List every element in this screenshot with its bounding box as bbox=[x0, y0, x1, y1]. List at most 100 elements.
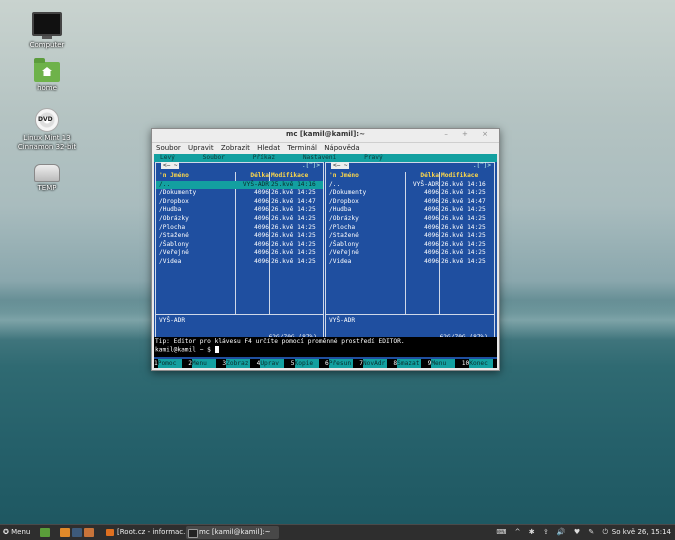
file-row[interactable]: /Plocha 4096 26.kvě 14:25 bbox=[326, 224, 494, 233]
fkey-9[interactable]: 9Menu bbox=[428, 359, 456, 368]
desktop-icon-home[interactable]: home bbox=[12, 58, 82, 93]
fkey-label: Pomoc bbox=[157, 359, 182, 368]
file-row[interactable]: /.. VYŠ-ADR 26.kvě 14:16 bbox=[326, 181, 494, 190]
file-modified: 26.kvě 14:25 bbox=[271, 206, 316, 214]
file-row[interactable]: /Stažené 4096 26.kvě 14:25 bbox=[156, 232, 323, 241]
desktop-icon-computer[interactable]: Computer bbox=[12, 12, 82, 50]
menu-terminal[interactable]: Terminál bbox=[287, 144, 317, 152]
mc-menu-prikaz[interactable]: Příkaz bbox=[253, 154, 275, 162]
column-header-row: 'n Jméno Délka Modifikace bbox=[156, 172, 323, 181]
file-row[interactable]: /.. VYŠ-ADR 25.kvě 14:16 bbox=[156, 180, 323, 190]
taskbar-item-root-cz[interactable]: [Root.cz - informac... bbox=[104, 526, 199, 539]
file-row[interactable]: /Veřejné 4096 26.kvě 14:25 bbox=[326, 249, 494, 258]
desktop-icon-temp[interactable]: TEMP bbox=[12, 164, 82, 193]
file-row[interactable]: /Videa 4096 26.kvě 14:25 bbox=[326, 258, 494, 267]
file-modified: 26.kvě 14:25 bbox=[271, 232, 316, 240]
show-desktop-icon[interactable] bbox=[40, 528, 50, 537]
window-controls[interactable]: – + × bbox=[444, 130, 494, 138]
col-size-header[interactable]: Délka bbox=[326, 172, 439, 181]
panel-path-button[interactable]: <— ~ bbox=[161, 162, 180, 169]
fkey-label: Menu bbox=[431, 359, 456, 368]
shell-prompt[interactable]: kamil@kamil ~ $ bbox=[155, 346, 219, 355]
menu-upravit[interactable]: Upravit bbox=[188, 144, 214, 152]
file-modified: 26.kvě 14:25 bbox=[271, 214, 316, 222]
desktop-icon-dvd[interactable]: DVD Linux Mint 13 Cinnamon 32-bit bbox=[12, 108, 82, 152]
window-menubar: Soubor Upravit Zobrazit Hledat Terminál … bbox=[152, 143, 499, 154]
desktop-icon-label: Computer bbox=[29, 41, 65, 49]
fkey-7[interactable]: 7NovAdr bbox=[359, 359, 387, 368]
system-tray[interactable]: ⌨ ^ ✱ ⇪ 🔊 ♥ ✎ ⏻ bbox=[496, 525, 611, 540]
function-key-bar: 1Pomoc 2Menu 3Zobraz 4Uprav 5Kopie 6Přesun 7No… bbox=[154, 359, 497, 368]
panel-status: VYŠ-ADR bbox=[329, 317, 356, 324]
file-row[interactable]: /Videa 4096 26.kvě 14:25 bbox=[156, 258, 323, 267]
fkey-2[interactable]: 2Menu bbox=[188, 359, 216, 368]
mc-top-menu: Levý Soubor Příkaz Nastavení Pravý bbox=[154, 154, 497, 162]
file-row[interactable]: /Hudba 4096 26.kvě 14:25 bbox=[156, 206, 323, 215]
menu-napoveda[interactable]: Nápověda bbox=[324, 144, 359, 152]
fkey-10[interactable]: 10Konec bbox=[461, 359, 494, 368]
panel-path-button[interactable]: <— ~ bbox=[331, 162, 350, 169]
fkey-4[interactable]: 4Uprav bbox=[257, 359, 285, 368]
file-size: VYŠ-ADR bbox=[412, 180, 439, 188]
file-size: 4096 bbox=[424, 232, 439, 240]
firefox-launcher-icon[interactable] bbox=[60, 528, 70, 537]
right-panel[interactable]: <— ~ .[^]> 'n Jméno Délka Modifikace /..… bbox=[325, 162, 495, 341]
file-modified: 26.kvě 14:25 bbox=[271, 189, 316, 197]
taskbar-item-mc[interactable]: mc [kamil@kamil]:~ bbox=[186, 526, 279, 539]
mc-menu-nastaveni[interactable]: Nastavení bbox=[303, 154, 337, 162]
text-cursor bbox=[214, 346, 219, 353]
mc-menu-levy[interactable]: Levý bbox=[160, 154, 175, 162]
terminal-launcher-icon[interactable] bbox=[72, 528, 82, 537]
file-size: 4096 bbox=[254, 223, 269, 231]
window-titlebar[interactable]: mc [kamil@kamil]:~ – + × bbox=[152, 129, 499, 143]
file-row[interactable]: /Dokumenty 4096 26.kvě 14:25 bbox=[156, 189, 323, 198]
file-size: 4096 bbox=[254, 206, 269, 214]
start-menu-button[interactable]: ✪ Menu bbox=[3, 525, 30, 540]
file-row[interactable]: /Dokumenty 4096 26.kvě 14:25 bbox=[326, 189, 494, 198]
fkey-6[interactable]: 6Přesun bbox=[325, 359, 353, 368]
right-file-list: 'n Jméno Délka Modifikace /.. VYŠ-ADR 26.k… bbox=[326, 172, 494, 267]
tip-line: Tip: Editor pro klávesu F4 určíte pomocí… bbox=[155, 338, 405, 345]
terminal-icon bbox=[188, 529, 198, 538]
start-menu-label: Menu bbox=[11, 528, 31, 536]
fkey-8[interactable]: 8Smazat bbox=[393, 359, 422, 368]
file-modified: 26.kvě 14:25 bbox=[441, 189, 486, 197]
mc-menu-pravy[interactable]: Pravý bbox=[364, 154, 383, 162]
file-modified: 26.kvě 14:25 bbox=[271, 257, 316, 265]
menu-soubor[interactable]: Soubor bbox=[156, 144, 181, 152]
panel-hotlist-button[interactable]: .[^]> bbox=[473, 162, 491, 169]
fkey-1[interactable]: 1Pomoc bbox=[154, 359, 182, 368]
file-size: 4096 bbox=[424, 257, 439, 265]
file-row[interactable]: /Obrázky 4096 26.kvě 14:25 bbox=[156, 215, 323, 224]
fkey-number: 10 bbox=[461, 360, 470, 367]
menu-hledat[interactable]: Hledat bbox=[257, 144, 280, 152]
fkey-5[interactable]: 5Kopie bbox=[291, 359, 319, 368]
file-row[interactable]: /Veřejné 4096 26.kvě 14:25 bbox=[156, 249, 323, 258]
file-row[interactable]: /Stažené 4096 26.kvě 14:25 bbox=[326, 232, 494, 241]
clock[interactable]: So kvě 26, 15:14 bbox=[612, 525, 671, 540]
drive-icon bbox=[34, 164, 60, 182]
terminal-window[interactable]: mc [kamil@kamil]:~ – + × Soubor Upravit … bbox=[151, 128, 500, 371]
fkey-label: Smazat bbox=[397, 359, 422, 368]
col-size-header[interactable]: Délka bbox=[156, 172, 269, 181]
fkey-label: Kopie bbox=[294, 359, 319, 368]
fkey-3[interactable]: 3Zobraz bbox=[222, 359, 251, 368]
left-panel[interactable]: <— ~ .[^]> 'n Jméno Délka Modifikace /..… bbox=[155, 162, 324, 341]
col-mod-header[interactable]: Modifikace bbox=[271, 172, 308, 181]
file-row[interactable]: /Obrázky 4096 26.kvě 14:25 bbox=[326, 215, 494, 224]
file-size: 4096 bbox=[254, 257, 269, 265]
file-modified: 26.kvě 14:25 bbox=[441, 223, 486, 231]
panel-hotlist-button[interactable]: .[^]> bbox=[302, 162, 320, 169]
files-launcher-icon[interactable] bbox=[84, 528, 94, 537]
terminal-area[interactable]: Levý Soubor Příkaz Nastavení Pravý <— ~ … bbox=[154, 154, 497, 368]
menu-zobrazit[interactable]: Zobrazit bbox=[221, 144, 250, 152]
file-row[interactable]: /Hudba 4096 26.kvě 14:25 bbox=[326, 206, 494, 215]
col-mod-header[interactable]: Modifikace bbox=[441, 172, 478, 181]
panel-status: VYŠ-ADR bbox=[159, 317, 186, 324]
file-row[interactable]: /Plocha 4096 26.kvě 14:25 bbox=[156, 224, 323, 233]
mc-menu-soubor[interactable]: Soubor bbox=[203, 154, 225, 162]
home-folder-icon bbox=[34, 58, 60, 82]
file-size: 4096 bbox=[424, 206, 439, 214]
file-size: VYŠ-ADR bbox=[242, 180, 269, 188]
mint-logo-icon: ✪ bbox=[3, 528, 9, 536]
